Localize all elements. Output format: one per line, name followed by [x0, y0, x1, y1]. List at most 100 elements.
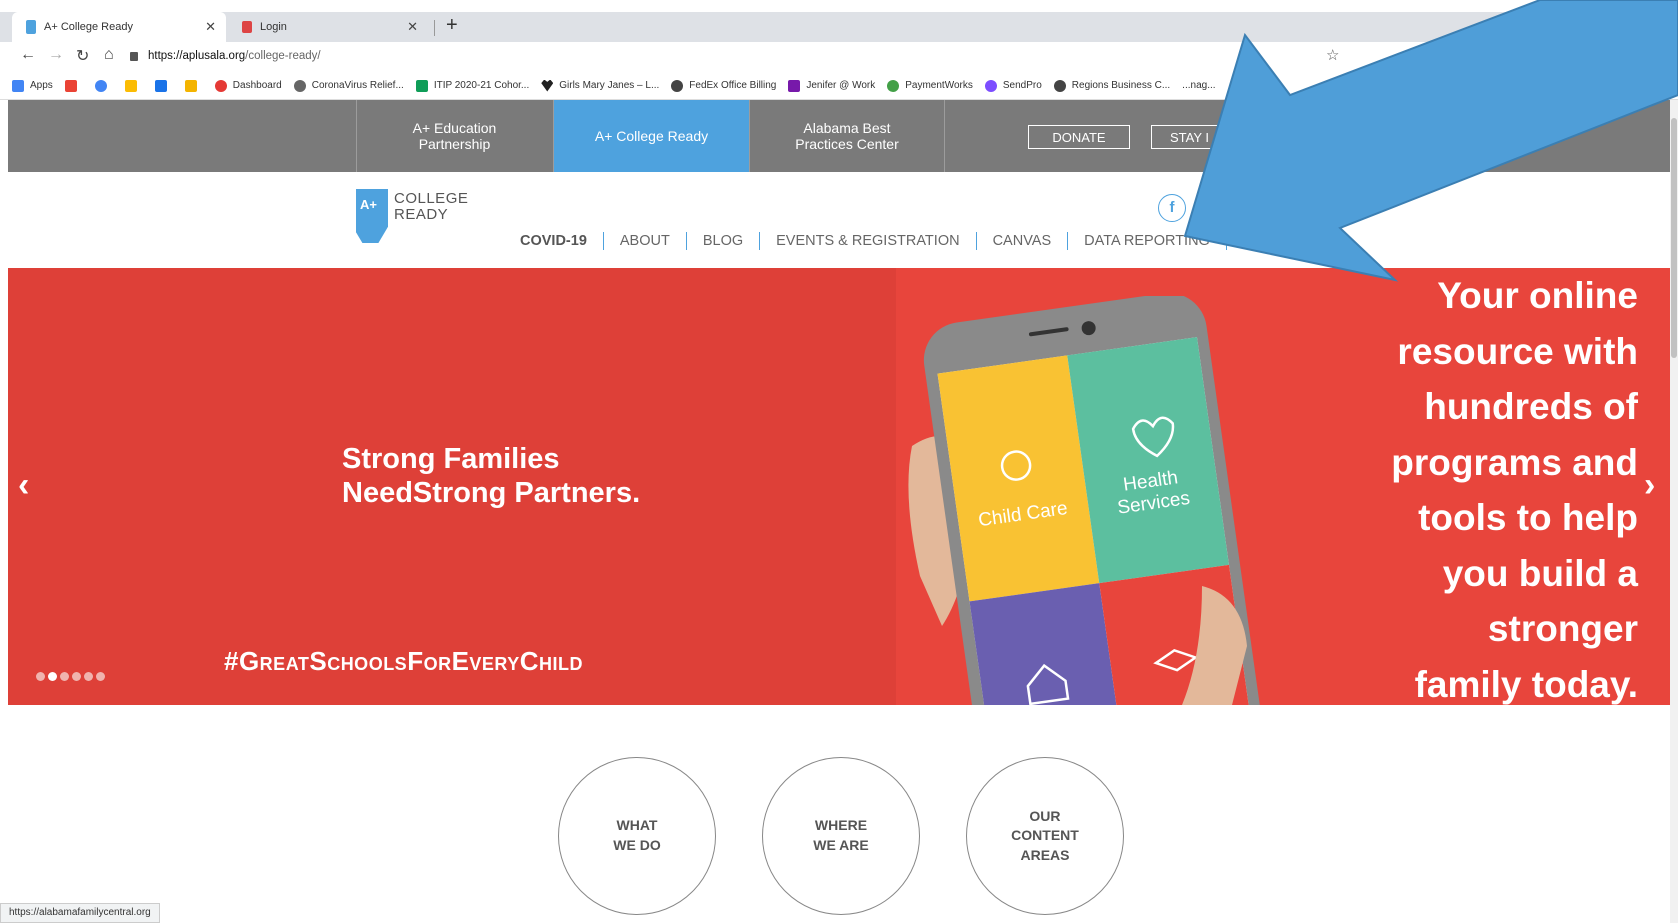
slider-dot[interactable] — [72, 672, 81, 681]
globe-icon — [293, 79, 306, 92]
site-top-bar: A+ Education Partnership A+ College Read… — [8, 100, 1670, 172]
where-we-are-button[interactable]: WHERE WE ARE — [762, 757, 920, 915]
slider-prev-icon[interactable]: ‹ — [18, 466, 29, 505]
reload-icon[interactable]: ↻ — [76, 46, 89, 66]
new-tab-button[interactable]: + — [446, 14, 458, 37]
content-areas-button[interactable]: OUR CONTENT AREAS — [966, 757, 1124, 915]
globe-icon — [671, 79, 684, 92]
bookmark-jenifer-work[interactable]: Jenifer @ Work — [788, 79, 876, 92]
college-ready-logo[interactable]: A+ COLLEGE READY — [356, 185, 468, 247]
slider-dot-active[interactable] — [48, 672, 57, 681]
back-icon[interactable]: ← — [20, 46, 36, 64]
nav-canvas[interactable]: CANVAS — [977, 233, 1068, 249]
site-favicon-icon — [26, 20, 36, 34]
slider-next-icon[interactable]: › — [1644, 466, 1655, 505]
keep-bookmark[interactable] — [184, 79, 203, 92]
bookmark-star-icon[interactable]: ☆ — [1326, 46, 1339, 64]
top-link-college-ready[interactable]: A+ College Ready — [553, 100, 749, 172]
tab-login[interactable]: Login ✕ — [228, 12, 428, 42]
promo-line: hundreds of — [1424, 386, 1638, 427]
globe-icon — [1053, 79, 1066, 92]
status-bar-url: https://alabamafamilycentral.org — [0, 903, 160, 923]
hero-hashtag: #GreatSchoolsForEveryChild — [224, 646, 584, 676]
bookmark-girls-mary-janes[interactable]: Girls Mary Janes – L... — [541, 79, 659, 92]
bookmark-paymentworks[interactable]: PaymentWorks — [887, 79, 973, 92]
bookmark-label: ITIP 2020-21 Cohor... — [433, 80, 530, 91]
tab-divider — [434, 20, 435, 36]
bookmark-dashboard[interactable]: Dashboard — [214, 79, 282, 92]
slider-dot[interactable] — [96, 672, 105, 681]
home-icon[interactable]: ⌂ — [104, 46, 114, 64]
tab-title: A+ College Ready — [44, 21, 133, 33]
account-bookmark[interactable] — [94, 79, 113, 92]
stay-informed-button[interactable]: STAY I — [1151, 125, 1247, 149]
paymentworks-icon — [887, 79, 900, 92]
bookmarks-bar: Apps Dashboard CoronaVirus Relief... ITI… — [0, 72, 1678, 100]
heart-icon — [541, 79, 554, 92]
bookmark-apps[interactable]: Apps — [12, 79, 53, 92]
hero-title: Strong Families NeedStrong Partners. — [342, 442, 640, 510]
close-tab-icon[interactable]: ✕ — [407, 19, 418, 35]
promo-line: you build a — [1442, 552, 1638, 594]
page-scrollbar[interactable] — [1670, 100, 1678, 923]
other-bookmarks[interactable]: Other bookmarks — [1595, 79, 1672, 90]
bookmark-sendpro[interactable]: SendPro — [984, 79, 1042, 92]
top-link-best-practices[interactable]: Alabama Best Practices Center — [749, 100, 945, 172]
nav-blog[interactable]: BLOG — [687, 233, 759, 249]
calendar-bookmark[interactable] — [154, 79, 173, 92]
nav-chr-partial[interactable]: CHR — [1227, 233, 1290, 249]
slider-dots — [36, 672, 108, 681]
nav-about[interactable]: ABOUT — [604, 233, 686, 249]
drive-bookmark[interactable] — [124, 79, 143, 92]
slider-dot[interactable] — [36, 672, 45, 681]
facebook-icon[interactable]: f — [1158, 194, 1186, 222]
bookmark-regions[interactable]: Regions Business C... — [1053, 79, 1171, 92]
forward-icon[interactable]: → — [48, 46, 64, 64]
what-we-do-button[interactable]: WHAT WE DO — [558, 757, 716, 915]
bookmark-itip[interactable]: ITIP 2020-21 Cohor... — [415, 79, 530, 92]
tab-title: Login — [260, 21, 287, 33]
gmail-icon — [64, 79, 77, 92]
calendar-icon — [154, 79, 167, 92]
main-menu: COVID-19 ABOUT BLOG EVENTS & REGISTRATIO… — [512, 232, 1290, 250]
logo-wordmark: COLLEGE READY — [394, 191, 468, 223]
account-icon — [94, 79, 107, 92]
slider-dot[interactable] — [60, 672, 69, 681]
promo-line: family today. — [1414, 663, 1638, 705]
url-domain: https://aplusala.org — [148, 50, 246, 62]
gmail-bookmark[interactable] — [64, 79, 83, 92]
logo-line-1: COLLEGE — [394, 190, 469, 207]
bookmark-label: Regions Business C... — [1071, 80, 1171, 91]
tab-a-plus-college-ready[interactable]: A+ College Ready ✕ — [12, 12, 226, 42]
logo-line-2: READY — [394, 205, 449, 223]
bookmark-label: FedEx Office Billing — [689, 80, 777, 91]
nav-events-registration[interactable]: EVENTS & REGISTRATION — [760, 233, 975, 249]
apps-grid-icon — [12, 79, 24, 92]
nav-covid-19[interactable]: COVID-19 — [512, 233, 603, 249]
promo-line: programs and — [1391, 441, 1638, 483]
bookmark-label: ...nag... — [1182, 80, 1216, 91]
nav-data-reporting[interactable]: DATA REPORTING — [1068, 233, 1226, 249]
bookmark-label: SendPro — [1002, 80, 1042, 91]
hero-title-line-2: NeedStrong Partners. — [342, 477, 641, 510]
bookmark-label: Apps — [30, 80, 53, 91]
bookmark-fedex[interactable]: FedEx Office Billing — [671, 79, 777, 92]
bookmark-partial[interactable]: ...nag... — [1182, 80, 1215, 91]
hero-slider: Strong Families NeedStrong Partners. #Gr… — [8, 268, 1670, 705]
top-link-education-partnership[interactable]: A+ Education Partnership — [356, 100, 552, 172]
promo-line: resource with — [1397, 330, 1638, 372]
bookmark-label: Jenifer @ Work — [806, 80, 876, 91]
lock-icon — [130, 51, 138, 61]
donate-button[interactable]: DONATE — [1028, 125, 1130, 149]
bookmark-coronavirus-relief[interactable]: CoronaVirus Relief... — [293, 79, 404, 92]
keep-icon — [184, 79, 197, 92]
tile-housing — [969, 583, 1123, 705]
update-button[interactable]: Update — [1596, 46, 1676, 66]
scrollbar-thumb[interactable] — [1671, 118, 1677, 358]
url-path: /college-ready/ — [245, 50, 321, 62]
promo-line: tools to help — [1418, 497, 1638, 538]
drive-icon — [124, 79, 137, 92]
close-tab-icon[interactable]: ✕ — [205, 19, 216, 35]
bookmark-label: CoronaVirus Relief... — [311, 80, 404, 91]
slider-dot[interactable] — [84, 672, 93, 681]
